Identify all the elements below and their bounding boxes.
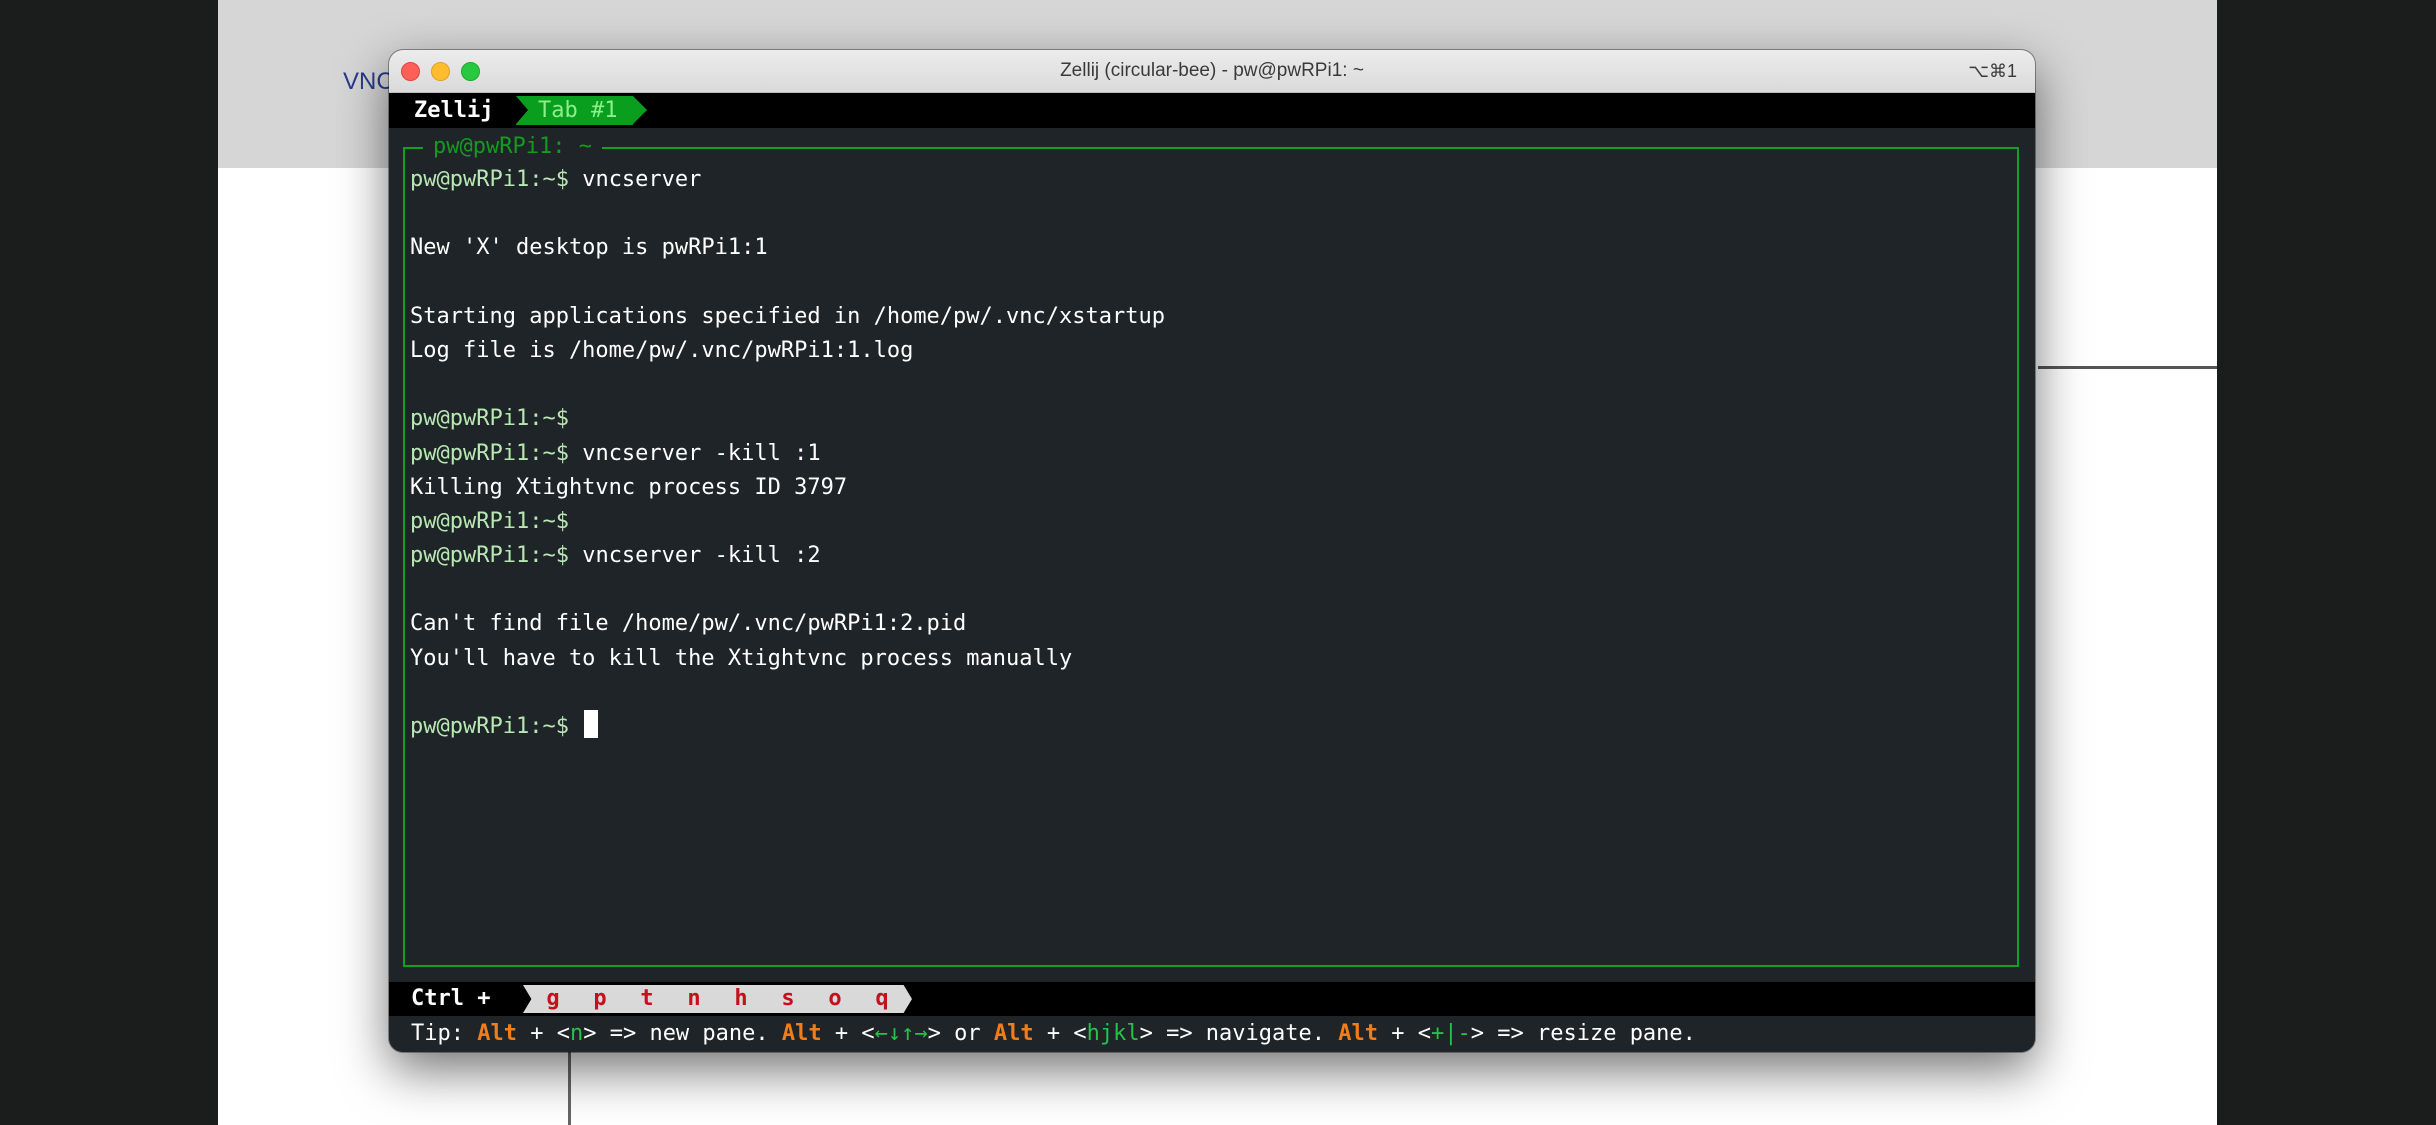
tip-key-new: n (569, 1021, 584, 1046)
text-cursor (584, 710, 599, 738)
tip-bar: Tip: Alt + <n> => new pane. Alt + <←↓↑→>… (389, 1016, 2035, 1052)
tip-segment: + < (1033, 1021, 1087, 1046)
tip-text: Tip: Alt + <n> => new pane. Alt + <←↓↑→>… (411, 1016, 1696, 1052)
tip-segment: > => navigate. (1139, 1021, 1339, 1046)
zellij-tab-bar: Zellij Tab #1 (389, 93, 2035, 128)
terminal-line: pw@pwRPi1:~$ vncserver -kill :2 (410, 539, 2000, 573)
mode-key-q[interactable]: q (852, 985, 912, 1013)
tip-prefix: Tip: (411, 1021, 478, 1046)
background-divider-vertical (568, 1040, 571, 1125)
terminal-window: Zellij (circular-bee) - pw@pwRPi1: ~ ⌥⌘1… (389, 50, 2035, 1052)
line-text: You'll have to kill the Xtightvnc proces… (410, 645, 1073, 671)
window-shortcut: ⌥⌘1 (1968, 61, 2017, 81)
tab-1[interactable]: Tab #1 (516, 96, 649, 125)
tip-key-hjkl: hjkl (1086, 1021, 1140, 1046)
line-text (569, 714, 582, 739)
terminal-line: pw@pwRPi1:~$ (410, 402, 2000, 436)
shell-prompt: pw@pwRPi1:~$ (410, 440, 569, 466)
tip-segment: > => resize pane. (1470, 1021, 1696, 1046)
line-text: Log file is /home/pw/.vnc/pwRPi1:1.log (410, 337, 914, 363)
window-title: Zellij (circular-bee) - pw@pwRPi1: ~ (1060, 60, 1364, 81)
terminal-output[interactable]: pw@pwRPi1:~$ vncserver New 'X' desktop is… (410, 163, 2000, 744)
shell-prompt: pw@pwRPi1:~$ (410, 714, 569, 739)
tip-segment: > => new pane. (583, 1021, 782, 1046)
tip-segment: + < (516, 1021, 570, 1046)
terminal-line: pw@pwRPi1:~$ (410, 710, 2000, 744)
terminal-line: You'll have to kill the Xtightvnc proces… (410, 642, 2000, 676)
tip-segment: + < (821, 1021, 875, 1046)
tip-segment: + < (1378, 1021, 1431, 1046)
line-text: vncserver -kill :1 (568, 440, 821, 466)
pane-title: pw@pwRPi1: ~ (423, 134, 602, 160)
tip-key-resize: +|- (1431, 1021, 1471, 1046)
terminal-line: pw@pwRPi1:~$ vncserver (410, 163, 2000, 197)
tip-segment: > or (927, 1021, 994, 1046)
terminal-line: Killing Xtightvnc process ID 3797 (410, 471, 2000, 505)
keybinding-bar: Ctrl + gptnhsoq (389, 982, 2035, 1016)
zellij-app-name: Zellij (402, 93, 506, 128)
tip-alt-key: Alt (477, 1021, 517, 1046)
line-text: Killing Xtightvnc process ID 3797 (410, 474, 848, 500)
tip-alt-key: Alt (993, 1021, 1034, 1046)
terminal-line: pw@pwRPi1:~$ vncserver -kill :1 (410, 437, 2000, 471)
shell-prompt: pw@pwRPi1:~$ (410, 167, 569, 192)
background-divider (2038, 366, 2217, 369)
terminal-line: Can't find file /home/pw/.vnc/pwRPi1:2.p… (410, 607, 2000, 641)
terminal-line: Log file is /home/pw/.vnc/pwRPi1:1.log (410, 334, 2000, 368)
shell-prompt: pw@pwRPi1:~$ (410, 543, 569, 569)
line-text: Can't find file /home/pw/.vnc/pwRPi1:2.p… (410, 611, 967, 637)
terminal-line: New 'X' desktop is pwRPi1:1 (410, 231, 2000, 265)
terminal-line: pw@pwRPi1:~$ (410, 505, 2000, 539)
tip-alt-key: Alt (781, 1021, 822, 1046)
shell-prompt: pw@pwRPi1:~$ (410, 406, 569, 432)
line-text: New 'X' desktop is pwRPi1:1 (410, 235, 768, 261)
shell-prompt: pw@pwRPi1:~$ (410, 508, 569, 534)
line-text: Starting applications specified in /home… (410, 303, 1165, 329)
tip-alt-key: Alt (1338, 1021, 1379, 1046)
line-text: vncserver -kill :2 (568, 543, 821, 569)
line-text: vncserver (568, 167, 702, 192)
window-titlebar[interactable]: Zellij (circular-bee) - pw@pwRPi1: ~ ⌥⌘1 (389, 50, 2035, 93)
terminal-line: Starting applications specified in /home… (410, 300, 2000, 334)
background-vnc-label: VNC (343, 68, 394, 95)
ctrl-modifier: Ctrl + (411, 986, 491, 1011)
tip-key-arrows: ←↓↑→ (874, 1021, 928, 1046)
